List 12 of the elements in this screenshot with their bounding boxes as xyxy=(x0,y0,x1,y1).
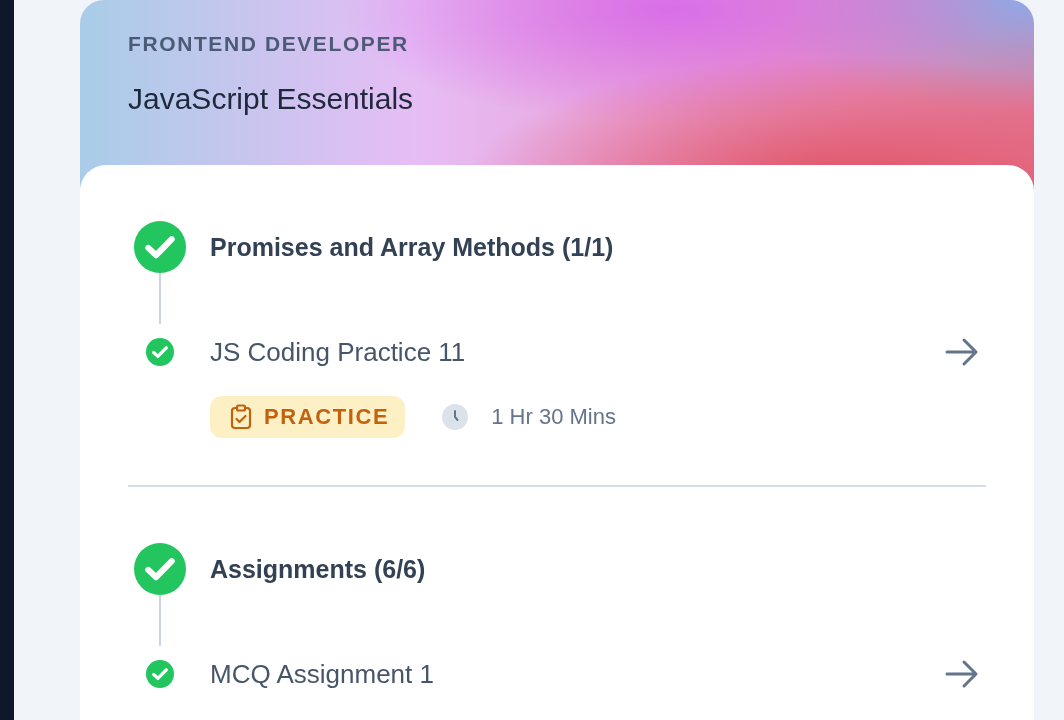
lesson-title[interactable]: JS Coding Practice 11 xyxy=(210,336,944,368)
track-label: FRONTEND DEVELOPER xyxy=(128,32,410,56)
clock-icon xyxy=(441,403,470,431)
course-title: JavaScript Essentials xyxy=(128,82,415,116)
arrow-right-icon[interactable] xyxy=(944,658,980,690)
arrow-right-icon[interactable] xyxy=(944,336,980,368)
lesson-title[interactable]: MCQ Assignment 1 xyxy=(210,658,944,690)
practice-tag: PRACTICE xyxy=(210,396,406,438)
section-title[interactable]: Promises and Array Methods (1/1) xyxy=(210,232,986,262)
clipboard-check-icon xyxy=(230,404,252,430)
duration-text: 1 Hr 30 Mins xyxy=(491,404,616,430)
section-title[interactable]: Assignments (6/6) xyxy=(210,554,986,584)
